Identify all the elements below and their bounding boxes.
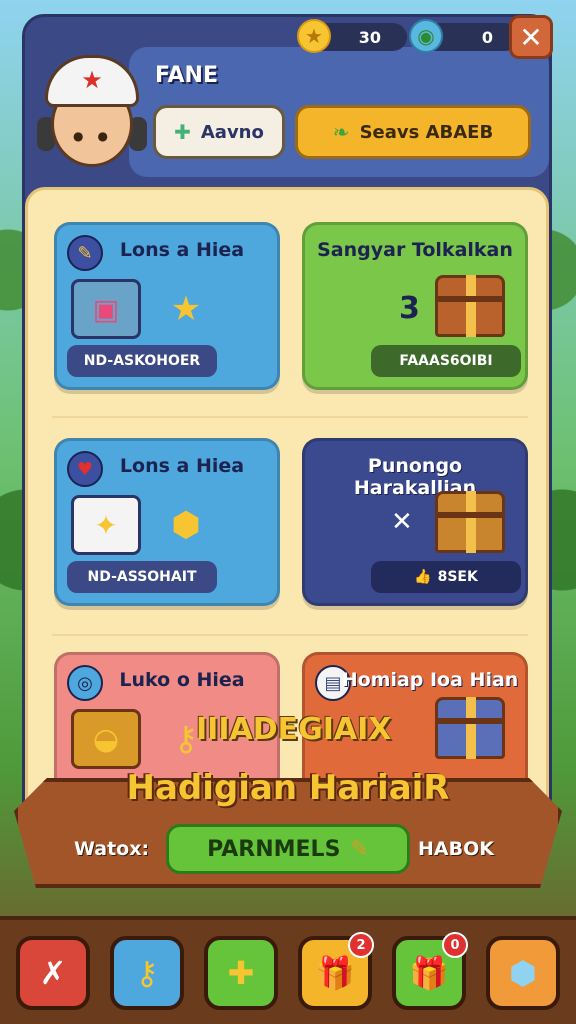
pot-icon: ◒: [71, 709, 141, 769]
banner-left-text: Watox:: [74, 838, 150, 860]
pencil-icon: ✎: [350, 836, 369, 862]
star-icon: ★: [170, 289, 202, 329]
bottom-nav: ✗ ⚷ ✚ 🎁 2 🎁 0 ⬢: [0, 916, 576, 1024]
card-count: 3: [399, 291, 420, 326]
avatar-eyes: ●●: [73, 129, 122, 143]
card-title: Lons a Hiea: [119, 455, 245, 477]
player-name: FANE: [155, 63, 218, 88]
star-icon: ★: [297, 19, 331, 53]
profile-header: ★ ●● FANE ★ 30 ◉ 0 ✕ ✚ Aavno ❧ Seavs ABA…: [25, 15, 553, 187]
card-1[interactable]: ✎ Lons a Hiea ▣ ★ ND-ASKOHOER: [54, 222, 280, 390]
chest-icon: [435, 697, 505, 759]
thumb-icon: 👍: [414, 569, 432, 585]
globe-icon: ◉: [409, 19, 443, 53]
card-title: Homiap Ioa Hian: [341, 669, 519, 691]
search-label: Seavs ABAEB: [359, 121, 494, 143]
nav-chest-button[interactable]: 🎁 0: [392, 932, 468, 1010]
chest-icon: 🎁: [409, 954, 449, 992]
cube-icon: ▣: [71, 279, 141, 339]
banner-word: IIIADEGIAIX: [196, 712, 392, 747]
primary-cta-button[interactable]: PARNMELS ✎: [166, 824, 410, 874]
cap-icon: ★: [45, 55, 139, 107]
leaf-icon: ❧: [332, 120, 350, 144]
card-3[interactable]: ♥ Lons a Hiea ✦ ⬢ ND-ASSOHAIT: [54, 438, 280, 606]
nav-gift-button[interactable]: 🎁 2: [298, 932, 374, 1010]
card-multiplier: ✕: [391, 507, 413, 537]
key-icon: ⚷: [135, 954, 159, 992]
card-footer: 👍 8SEK: [371, 561, 521, 593]
close-button[interactable]: ✕: [509, 15, 553, 59]
gem-counter[interactable]: ◉ 0: [409, 19, 519, 53]
gold-amount: 30: [358, 27, 381, 47]
puzzle-icon: ✚: [227, 954, 255, 992]
card-footer-value: 8SEK: [437, 569, 478, 585]
puzzle-icon: ✚: [174, 120, 191, 144]
cta-label: PARNMELS: [207, 836, 341, 862]
card-title: Sangyar Tolkalkan: [317, 239, 513, 261]
banner-right-text: HABOK: [418, 838, 494, 860]
crossed-swords-icon: ✗: [39, 954, 67, 992]
chest-icon: [435, 275, 505, 337]
card-footer: ND-ASKOHOER: [67, 345, 217, 377]
save-button[interactable]: ✚ Aavno: [153, 105, 285, 159]
card-title: Luko o Hiea: [119, 669, 245, 691]
nav-key-button[interactable]: ⚷: [110, 936, 184, 1010]
close-icon: ✕: [519, 20, 543, 54]
row-divider: [52, 634, 528, 636]
notification-badge: 0: [442, 932, 468, 958]
card-2[interactable]: Sangyar Tolkalkan 3 FAAAS6OIBI: [302, 222, 528, 390]
main-panel: ★ ●● FANE ★ 30 ◉ 0 ✕ ✚ Aavno ❧ Seavs ABA…: [22, 14, 553, 834]
nav-gem-button[interactable]: ⬢: [486, 936, 560, 1010]
gift-icon: 🎁: [315, 954, 355, 992]
search-button[interactable]: ❧ Seavs ABAEB: [295, 105, 531, 159]
card-footer: ND-ASSOHAIT: [67, 561, 217, 593]
row-divider: [52, 416, 528, 418]
banner-title: Hadigian HariaiR: [126, 768, 450, 808]
player-avatar[interactable]: ★ ●●: [37, 51, 147, 171]
gold-counter[interactable]: ★ 30: [297, 19, 407, 53]
nav-puzzle-button[interactable]: ✚: [204, 936, 278, 1010]
card-footer: FAAAS6OIBI: [371, 345, 521, 377]
save-label: Aavno: [200, 121, 264, 143]
card-title: Lons a Hiea: [119, 239, 245, 261]
gem-icon: ⬢: [171, 505, 201, 545]
chest-icon: [435, 491, 505, 553]
notification-badge: 2: [348, 932, 374, 958]
crystal-icon: ⬢: [509, 954, 537, 992]
map-icon: ✦: [71, 495, 141, 555]
gem-amount: 0: [481, 27, 493, 47]
card-4[interactable]: Punongo Harakallian ✕ 👍 8SEK: [302, 438, 528, 606]
nav-battle-button[interactable]: ✗: [16, 936, 90, 1010]
